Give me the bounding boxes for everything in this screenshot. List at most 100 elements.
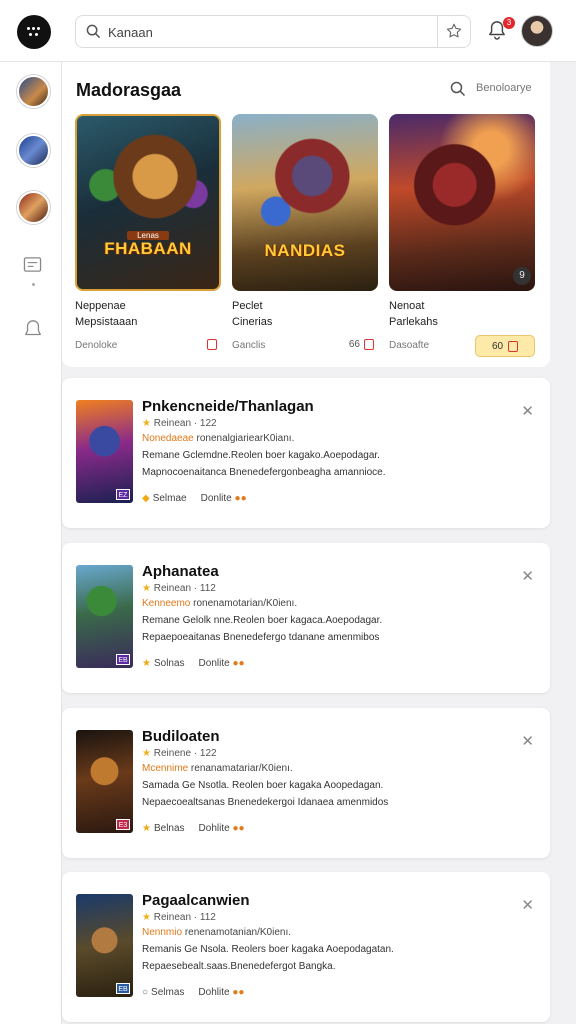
- coins-icon: ●●: [232, 658, 245, 669]
- card-meta-value: 66: [348, 339, 360, 350]
- item-line-2: Remane Gelolk nne.Reolen boer kagaca.Aoe…: [142, 615, 383, 626]
- close-icon[interactable]: ✕: [521, 896, 534, 914]
- item-tag: Donlite ●●: [201, 493, 247, 504]
- item-tag: ★ Belnas: [142, 823, 185, 834]
- tag-label: Selmas: [151, 987, 185, 998]
- game-thumbnail: EB: [76, 894, 133, 997]
- star-icon: ★: [142, 583, 151, 594]
- tag-icon: ◆: [142, 493, 150, 504]
- coins-icon: ●●: [234, 493, 247, 504]
- card-corner-badge: 9: [513, 267, 531, 285]
- card-subname: Parlekahs: [389, 316, 438, 328]
- card-meta-value: 60: [491, 340, 504, 352]
- close-icon[interactable]: ✕: [521, 402, 534, 420]
- card-name: Nenoat: [389, 300, 425, 312]
- card-subname: Cinerias: [232, 316, 273, 328]
- item-highlight: Kenneemo: [142, 598, 191, 609]
- coins-icon: ●●: [232, 987, 245, 998]
- list-item[interactable]: E3 Budiloaten ✕ ★ Reinene · 122 Mcennime…: [62, 708, 550, 858]
- card-meta: 66: [349, 339, 374, 350]
- item-footer: ○ Selmas Dohlite ●●: [142, 987, 244, 998]
- sidebar-dot: [32, 283, 35, 286]
- bookmark-icon[interactable]: [364, 339, 374, 350]
- section-title: Madorasgaa: [76, 80, 182, 100]
- coins-icon: ●●: [232, 823, 245, 834]
- item-line-1-text: ronenamotarian/K0ienı.: [193, 598, 298, 609]
- game-thumbnail: EB: [76, 565, 133, 668]
- card-subname: Mepsistaaan: [75, 316, 138, 328]
- item-title: Pagaalcanwien: [142, 892, 250, 909]
- sidebar: [0, 62, 62, 1024]
- close-icon[interactable]: ✕: [521, 567, 534, 585]
- list-item[interactable]: EZ Pnkencneide/Thanlagan ✕ ★ Reinean · 1…: [62, 378, 550, 528]
- rating-text: Reinean · 112: [153, 912, 216, 923]
- star-icon[interactable]: [445, 22, 463, 40]
- sidebar-avatar-2[interactable]: [17, 134, 50, 167]
- item-title: Aphanatea: [142, 563, 219, 580]
- item-line-3: Nepaecoealtsanas Bnenedekergoi Idanaea a…: [142, 797, 389, 808]
- search-icon: [86, 24, 101, 39]
- featured-card[interactable]: Lenas FHABAAN Neppenae Mepsistaaan Denol…: [75, 114, 221, 362]
- list-item[interactable]: EB Aphanatea ✕ ★ Reinean · 112 Kenneemo …: [62, 543, 550, 693]
- item-line-3: Repaesebealt.saas.Bnenedefergot Bangka.: [142, 961, 336, 972]
- sidebar-avatar-3[interactable]: [17, 191, 50, 224]
- star-icon: ★: [142, 418, 151, 429]
- card-category: Dasoafte: [389, 340, 430, 351]
- tag-label: Belnas: [153, 823, 185, 834]
- rating-text: Reinene · 122: [153, 748, 217, 759]
- bookmark-icon[interactable]: [207, 339, 217, 350]
- item-line-2: Remane Gclemdne.Reolen boer kagako.Aoepo…: [142, 450, 380, 461]
- item-line-2: Remanis Ge Nsola. Reolers boer kagaka Ao…: [142, 944, 394, 955]
- search-divider: [437, 16, 438, 47]
- close-icon[interactable]: ✕: [521, 732, 534, 750]
- tag-icon: ○: [142, 987, 149, 998]
- item-line-1-text: ronenalgiariearK0ianı.: [196, 433, 295, 444]
- game-thumbnail: EZ: [76, 400, 133, 503]
- tag-label: Solnas: [153, 658, 185, 669]
- section-search-icon[interactable]: [450, 81, 466, 97]
- card-category: Denoloke: [75, 340, 118, 351]
- item-footer: ◆ Selmae Donlite ●●: [142, 493, 247, 504]
- user-avatar[interactable]: [521, 15, 553, 47]
- tag-label: Dohlite: [198, 987, 230, 998]
- item-tag: ◆ Selmae: [142, 493, 187, 504]
- search-bar[interactable]: [75, 15, 471, 48]
- item-highlight: Mcennime: [142, 763, 189, 774]
- search-input[interactable]: [108, 22, 428, 42]
- featured-card[interactable]: NANDIAS Peclet Cinerias Ganclis 66: [232, 114, 378, 362]
- item-rating: ★ Reinean · 112: [142, 583, 216, 594]
- list-item[interactable]: EB Pagaalcanwien ✕ ★ Reinean · 112 Nennm…: [62, 872, 550, 1022]
- sidebar-avatar-1[interactable]: [17, 75, 50, 108]
- game-art: Lenas FHABAAN: [75, 114, 221, 291]
- item-tag: ○ Selmas: [142, 987, 184, 998]
- rating-text: Reinean · 112: [153, 583, 216, 594]
- tag-label: Dohlite: [198, 823, 230, 834]
- app-logo[interactable]: [17, 15, 51, 49]
- tag-icon: ★: [142, 823, 151, 834]
- game-art: NANDIAS: [232, 114, 378, 291]
- see-all-link[interactable]: Benoloarye: [476, 82, 532, 94]
- item-tag: Dohlite ●●: [198, 987, 244, 998]
- item-line-1: Kenneemo ronenamotarian/K0ienı.: [142, 598, 297, 609]
- thumbnail-badge: EZ: [116, 489, 130, 500]
- top-bar: 3: [0, 0, 576, 62]
- item-line-1: Mcennime renanamatariar/K0ienı.: [142, 763, 293, 774]
- featured-card[interactable]: 9 Nenoat Parlekahs Dasoafte 60: [389, 114, 535, 362]
- featured-section: Madorasgaa Benoloarye Lenas FHABAAN Nepp…: [62, 62, 550, 367]
- card-action-button[interactable]: 60: [475, 335, 535, 357]
- item-footer: ★ Belnas Dohlite ●●: [142, 823, 245, 834]
- card-name: Peclet: [232, 300, 263, 312]
- calendar-icon[interactable]: [23, 256, 42, 273]
- star-icon: ★: [142, 912, 151, 923]
- item-line-1-text: renanamatariar/K0ienı.: [190, 763, 293, 774]
- item-rating: ★ Reinene · 122: [142, 748, 217, 759]
- item-highlight: Nonedaeae: [142, 433, 194, 444]
- item-line-2: Samada Ge Nsotla. Reolen boer kagaka Aoo…: [142, 780, 384, 791]
- notification-badge: 3: [503, 17, 515, 29]
- item-tag: Donlite ●●: [199, 658, 245, 669]
- tag-icon: ★: [142, 658, 151, 669]
- item-title: Pnkencneide/Thanlagan: [142, 398, 314, 415]
- bell-icon[interactable]: [23, 319, 43, 339]
- logo-icon: [27, 27, 41, 37]
- item-line-1: Nonedaeae ronenalgiariearK0ianı.: [142, 433, 294, 444]
